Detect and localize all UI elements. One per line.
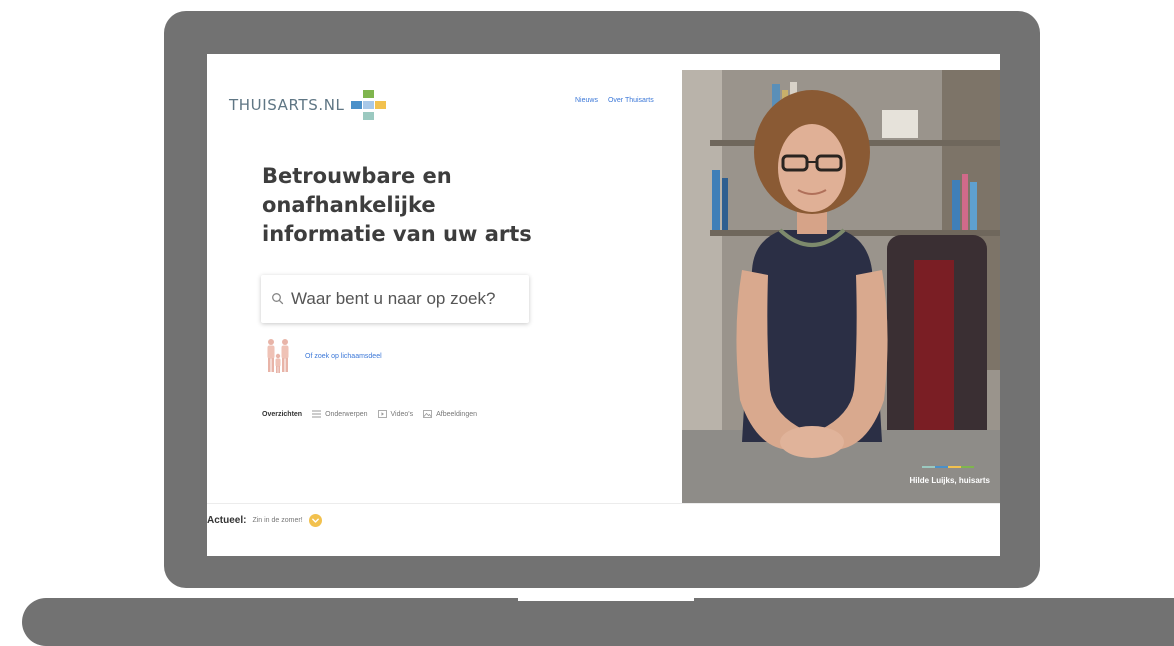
chevron-down-icon[interactable]: [308, 514, 322, 527]
tab-label: Overzichten: [262, 410, 303, 418]
top-nav: Nieuws Over Thuisarts: [575, 97, 654, 104]
caption-color-bar: [922, 466, 974, 468]
photo-caption: Hilde Luijks, huisarts: [909, 476, 990, 485]
tab-onderwerpen[interactable]: Onderwerpen: [312, 410, 368, 418]
tab-label: Onderwerpen: [325, 410, 368, 418]
search-input[interactable]: [291, 289, 516, 309]
search-box[interactable]: [261, 275, 529, 323]
body-part-search[interactable]: Of zoek op lichaamsdeel: [261, 337, 382, 375]
actueel-bar[interactable]: Actueel: Zin in de zomer!: [207, 514, 322, 527]
doctor-photo-illustration: [682, 70, 1000, 503]
list-icon: [312, 410, 322, 418]
logo-text: THUISARTS.NL: [229, 96, 345, 114]
nav-over-thuisarts[interactable]: Over Thuisarts: [608, 97, 654, 104]
tab-label: Afbeeldingen: [436, 410, 477, 418]
site-logo[interactable]: THUISARTS.NL: [229, 90, 387, 120]
laptop-hinge: [518, 588, 694, 601]
video-icon: [377, 410, 387, 418]
search-icon: [272, 293, 284, 305]
laptop-base: [22, 598, 1174, 646]
tab-label: Video's: [390, 410, 414, 418]
body-part-search-link[interactable]: Of zoek op lichaamsdeel: [305, 353, 382, 360]
page-title: Betrouwbare en onafhankelijke informatie…: [262, 164, 532, 246]
logo-cross-icon: [351, 90, 387, 120]
doctor-photo: Hilde Luijks, huisarts: [682, 70, 1000, 503]
tab-afbeeldingen[interactable]: Afbeeldingen: [423, 410, 477, 418]
image-icon: [423, 410, 433, 418]
nav-nieuws[interactable]: Nieuws: [575, 97, 598, 104]
divider: [207, 503, 1000, 504]
actueel-label: Actueel:: [207, 515, 247, 526]
laptop-screen: THUISARTS.NL Nieuws Over Thuisarts Betro…: [207, 54, 1000, 556]
tab-overzichten[interactable]: Overzichten: [262, 411, 302, 418]
tab-videos[interactable]: Video's: [377, 410, 414, 418]
actueel-text[interactable]: Zin in de zomer!: [252, 517, 302, 524]
content-tabs: Overzichten Onderwerpen Video's Afbeeldi…: [262, 410, 477, 418]
body-figures-icon: [267, 339, 289, 373]
